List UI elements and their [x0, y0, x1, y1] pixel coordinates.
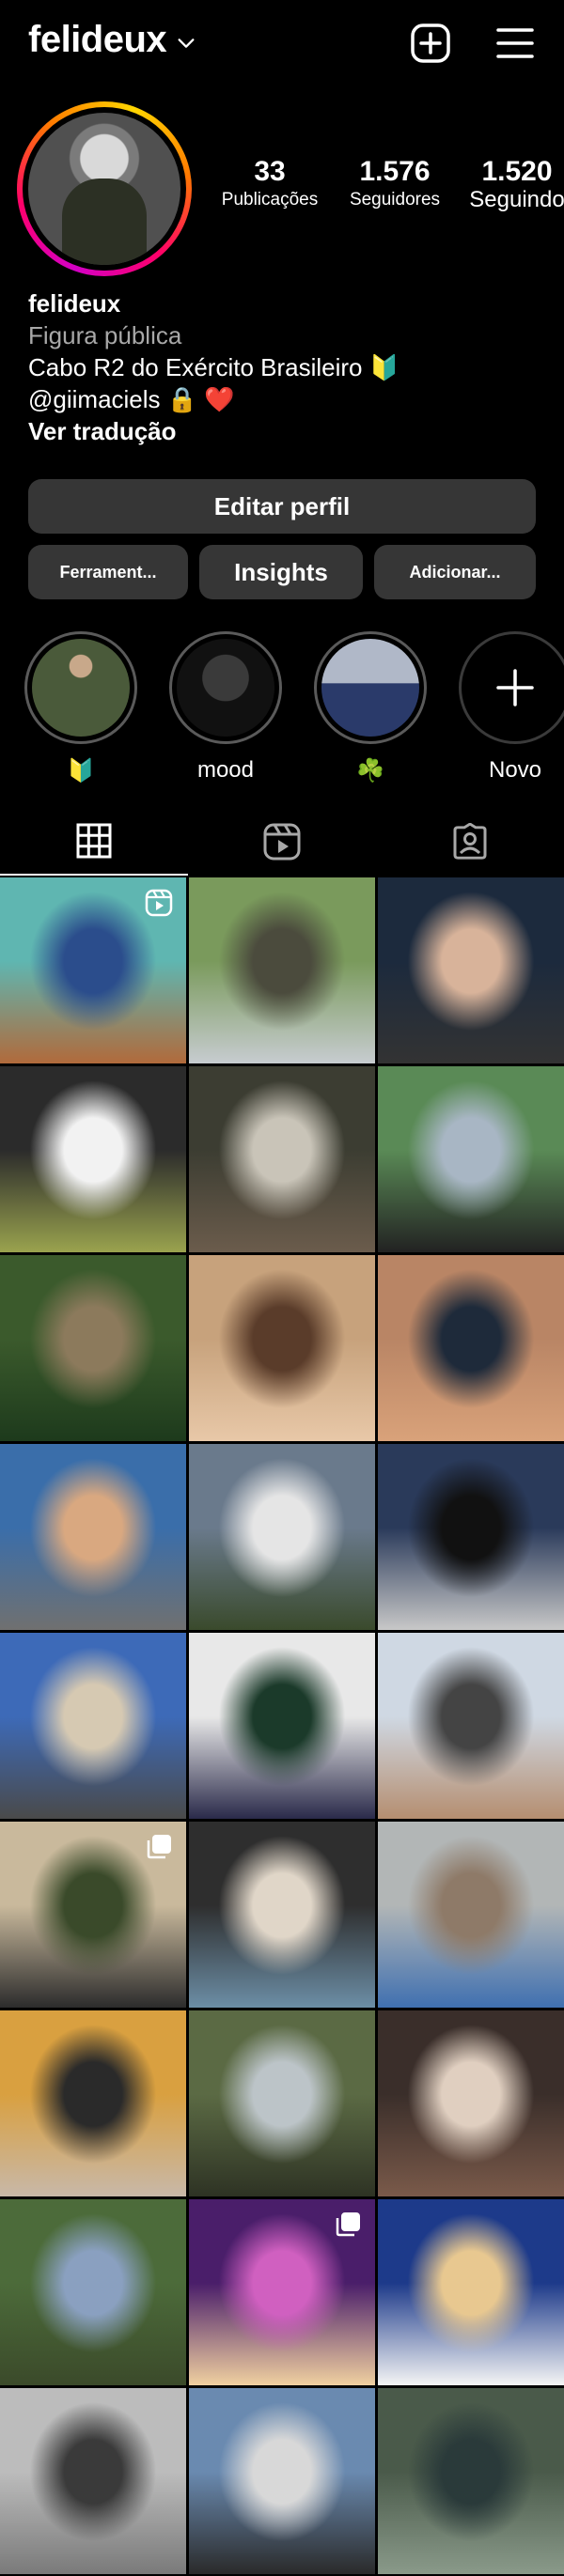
grid-post[interactable] [0, 1444, 186, 1630]
header-username[interactable]: felideux [28, 19, 167, 61]
followers-stat[interactable]: 1.576 Seguidores [335, 156, 455, 212]
bio-mention-line[interactable]: @giimaciels 🔒 ❤️ [28, 383, 536, 415]
reel-badge-icon [145, 889, 173, 917]
grid-post[interactable] [0, 2388, 186, 2574]
plus-icon [496, 669, 534, 706]
highlight-item[interactable]: 🔰 [24, 631, 137, 785]
grid-post[interactable] [189, 1822, 375, 2008]
highlight-label: Novo [488, 757, 542, 783]
followers-count: 1.576 [359, 156, 431, 187]
grid-post[interactable] [189, 1066, 375, 1252]
following-label: Seguindo [469, 187, 564, 212]
grid-icon [76, 823, 112, 859]
profile-bio: felideux Figura pública Cabo R2 do Exérc… [28, 287, 536, 447]
profile-name: felideux [28, 289, 121, 318]
chevron-down-icon[interactable] [176, 33, 196, 54]
grid-post[interactable] [0, 1255, 186, 1441]
see-translation-link[interactable]: Ver tradução [28, 415, 536, 447]
highlight-item[interactable]: mood [169, 631, 282, 785]
avatar-photo [28, 113, 180, 265]
highlight-label: 🔰 [67, 758, 95, 784]
grid-post[interactable] [378, 2388, 564, 2574]
grid-post[interactable] [378, 2199, 564, 2385]
professional-tools-button[interactable]: Ferrament... [28, 545, 188, 599]
profile-tabs [0, 808, 564, 876]
highlight-label: mood [196, 757, 255, 783]
grid-post[interactable] [0, 2199, 186, 2385]
posts-label: Publicações [221, 190, 319, 209]
grid-post[interactable] [189, 877, 375, 1063]
grid-post[interactable] [189, 1444, 375, 1630]
profile-avatar[interactable] [17, 101, 192, 276]
edit-profile-button[interactable]: Editar perfil [28, 479, 536, 534]
posts-count: 33 [254, 156, 286, 187]
highlight-label: ☘️ [356, 758, 384, 784]
grid-post[interactable] [378, 1444, 564, 1630]
new-highlight-button[interactable]: Novo [459, 631, 564, 785]
profile-category: Figura pública [28, 321, 182, 349]
grid-post[interactable] [378, 877, 564, 1063]
tab-posts-grid[interactable] [0, 808, 188, 876]
grid-post[interactable] [0, 1822, 186, 2008]
highlight-cover [177, 639, 274, 737]
carousel-badge-icon [147, 1835, 171, 1859]
create-post-icon[interactable] [408, 21, 453, 66]
carousel-badge-icon [336, 2212, 360, 2237]
profile-stats: 33 Publicações 1.576 Seguidores 1.520 Se… [212, 156, 564, 231]
following-stat[interactable]: 1.520 Seguindo [466, 156, 564, 212]
highlight-item[interactable]: ☘️ [314, 631, 427, 785]
grid-post[interactable] [0, 2010, 186, 2196]
grid-post[interactable] [378, 1255, 564, 1441]
menu-icon[interactable] [493, 21, 538, 66]
grid-post[interactable] [378, 1633, 564, 1819]
grid-post[interactable] [378, 2010, 564, 2196]
add-shop-button[interactable]: Adicionar... [374, 545, 536, 599]
grid-post[interactable] [378, 1066, 564, 1252]
reels-icon [263, 823, 301, 861]
grid-post[interactable] [189, 1633, 375, 1819]
tab-reels[interactable] [188, 808, 376, 876]
grid-post[interactable] [189, 1255, 375, 1441]
grid-post[interactable] [0, 1633, 186, 1819]
tab-tagged[interactable] [376, 808, 564, 876]
following-count: 1.520 [481, 156, 553, 187]
grid-post[interactable] [0, 1066, 186, 1252]
highlight-cover [321, 639, 419, 737]
account-switcher[interactable]: felideux [28, 19, 196, 61]
bio-text-line-1: Cabo R2 do Exército Brasileiro 🔰 [28, 353, 400, 381]
grid-post[interactable] [0, 877, 186, 1063]
grid-post[interactable] [189, 2199, 375, 2385]
grid-post[interactable] [189, 2388, 375, 2574]
followers-label: Seguidores [349, 190, 441, 209]
posts-stat[interactable]: 33 Publicações [218, 156, 321, 212]
grid-post[interactable] [189, 2010, 375, 2196]
grid-post[interactable] [378, 1822, 564, 2008]
highlight-cover [32, 639, 130, 737]
insights-button[interactable]: Insights [199, 545, 363, 599]
tagged-icon [453, 823, 487, 860]
top-bar: felideux [0, 0, 564, 86]
